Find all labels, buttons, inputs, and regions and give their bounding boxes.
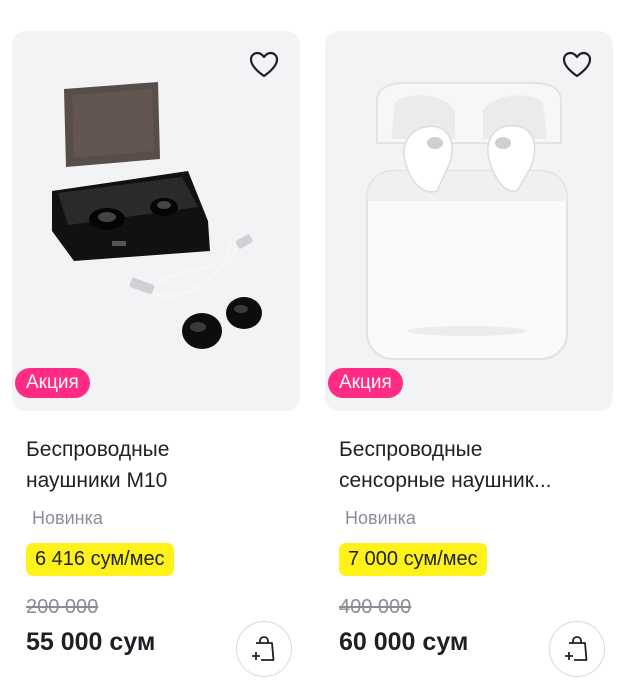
product-image-area[interactable] (325, 31, 613, 411)
heart-outline-icon[interactable] (248, 49, 280, 81)
product-title-line: Беспроводные (339, 438, 483, 461)
current-price: 60 000 сум (339, 628, 469, 656)
promo-badge: Акция (328, 368, 403, 398)
product-image-area[interactable] (12, 31, 300, 411)
product-card[interactable]: Акция Беспроводные наушники M10 Новинка … (12, 0, 300, 699)
promo-badge: Акция (15, 368, 90, 398)
new-tag: Новинка (32, 508, 103, 528)
product-grid: Акция Беспроводные наушники M10 Новинка … (0, 0, 624, 699)
add-to-cart-icon (565, 636, 588, 661)
old-price: 400 000 (339, 596, 412, 618)
product-title[interactable]: Беспроводные наушники M10 (26, 434, 288, 496)
add-to-cart-icon (252, 636, 275, 661)
product-card[interactable]: Акция Беспроводные сенсорные наушник... … (325, 0, 613, 699)
add-to-cart-button[interactable] (549, 621, 605, 677)
installment-price: 7 000 сум/мес (339, 543, 487, 576)
product-title-line: сенсорные наушник... (339, 469, 552, 492)
product-title-line: наушники M10 (26, 469, 168, 492)
installment-price: 6 416 сум/мес (26, 543, 174, 576)
add-to-cart-button[interactable] (236, 621, 292, 677)
old-price: 200 000 (26, 596, 99, 618)
heart-outline-icon[interactable] (561, 49, 593, 81)
white-earbuds-image (366, 82, 568, 360)
black-earbuds-image (52, 82, 262, 349)
product-title-line: Беспроводные (26, 438, 170, 461)
product-title[interactable]: Беспроводные сенсорные наушник... (339, 434, 601, 496)
current-price: 55 000 сум (26, 628, 156, 656)
new-tag: Новинка (345, 508, 416, 528)
